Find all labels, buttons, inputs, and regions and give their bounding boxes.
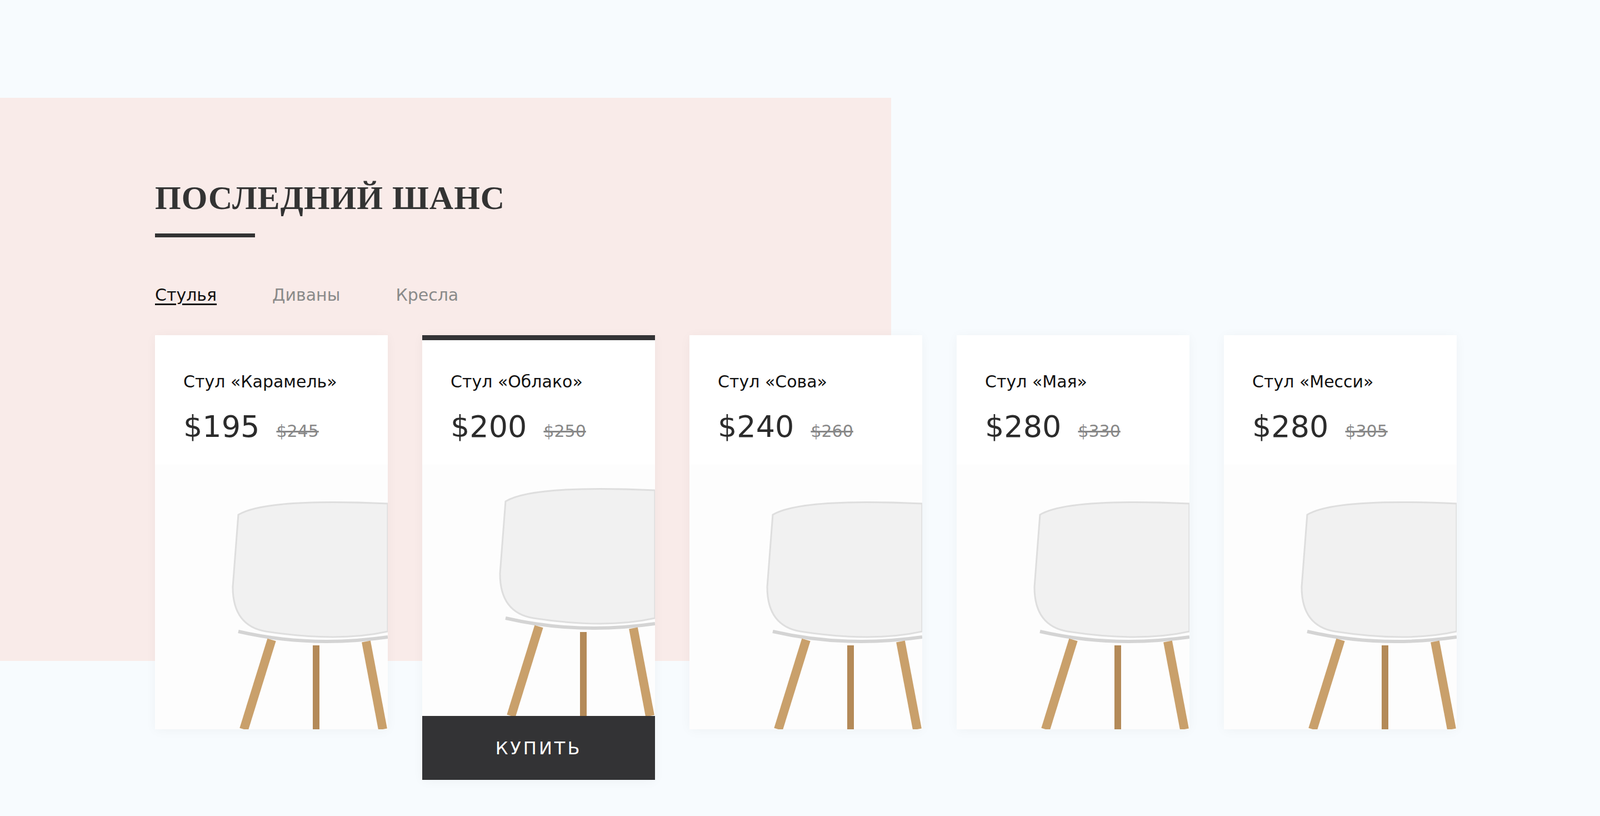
product-name: Стул «Сова» xyxy=(689,340,923,393)
chair-icon xyxy=(956,464,1190,729)
old-price: $305 xyxy=(1345,421,1388,441)
product-card[interactable]: Стул «Карамель» $195 $245 xyxy=(155,335,388,729)
category-tab[interactable]: Диваны xyxy=(272,283,340,307)
page: ПОСЛЕДНИЙ ШАНС Стулья Диваны Кресла Стул «Ка… xyxy=(0,0,1600,816)
chair-image xyxy=(956,464,1190,729)
chair-icon xyxy=(422,464,655,716)
category-tab[interactable]: Стулья xyxy=(155,283,217,307)
old-price: $260 xyxy=(810,421,853,441)
chair-image xyxy=(1223,464,1457,729)
product-card[interactable]: Стул «Мая» $280 $330 xyxy=(956,335,1190,729)
price: $240 xyxy=(717,408,794,445)
product-card[interactable]: Стул «Сова» $240 $260 xyxy=(689,335,923,729)
price: $280 xyxy=(985,408,1062,445)
product-name: Стул «Карамель» xyxy=(155,340,388,393)
chair-icon xyxy=(689,464,923,729)
product-name: Стул «Месси» xyxy=(1223,340,1457,393)
section-title: ПОСЛЕДНИЙ ШАНС xyxy=(155,177,1600,218)
product-card[interactable]: Стул «Месси» $280 $305 xyxy=(1223,335,1457,729)
chair-image xyxy=(422,464,655,716)
price: $195 xyxy=(183,408,260,445)
category-tabs: Стулья Диваны Кресла xyxy=(155,283,1600,307)
old-price: $245 xyxy=(276,421,319,441)
chair-icon xyxy=(1223,464,1457,729)
product-name: Стул «Облако» xyxy=(422,340,655,393)
product-card[interactable]: Стул «Облако» $200 $250 КУПИТЬ xyxy=(422,335,655,780)
price-row: $240 $260 xyxy=(689,408,923,445)
chair-icon xyxy=(155,464,388,729)
price-row: $280 $305 xyxy=(1223,408,1457,445)
price-row: $280 $330 xyxy=(956,408,1190,445)
title-underline xyxy=(155,233,255,238)
old-price: $330 xyxy=(1077,421,1120,441)
chair-image xyxy=(155,464,388,729)
price-row: $195 $245 xyxy=(155,408,388,445)
product-list: Стул «Карамель» $195 $245 Стул «Облако» $200… xyxy=(155,335,1600,780)
product-name: Стул «Мая» xyxy=(956,340,1190,393)
chair-image xyxy=(689,464,923,729)
price-row: $200 $250 xyxy=(422,408,655,445)
price: $200 xyxy=(450,408,527,445)
buy-button[interactable]: КУПИТЬ xyxy=(422,715,655,780)
price: $280 xyxy=(1252,408,1329,445)
old-price: $250 xyxy=(543,421,586,441)
category-tab[interactable]: Кресла xyxy=(395,283,459,307)
